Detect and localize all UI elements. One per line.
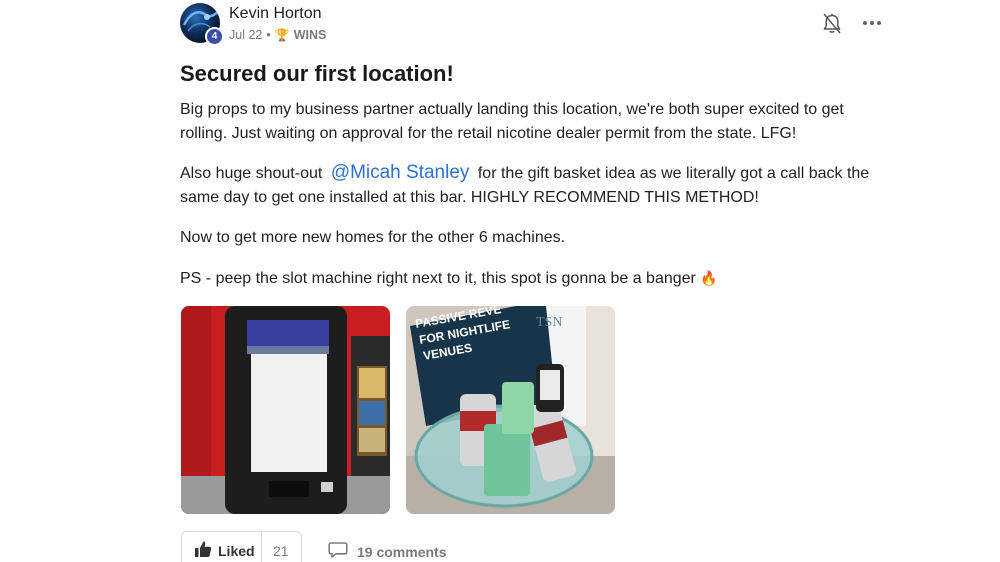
level-badge: 4 [205,27,224,46]
like-button[interactable]: Liked 21 [181,531,302,562]
meta-separator: • [266,28,271,42]
post-meta: Jul 22 • 🏆 WINS [229,28,326,42]
like-toggle[interactable]: Liked [182,532,262,562]
comment-icon [328,541,348,562]
vending-machine-photo[interactable] [181,306,390,514]
post-date: Jul 22 [229,28,263,42]
thumbs-up-icon [194,540,212,562]
fire-emoji: 🔥 [700,270,718,286]
post-paragraph-1: Big props to my business partner actuall… [180,101,844,142]
paragraph-4-text: PS - peep the slot machine right next to… [180,270,696,287]
mention-link[interactable]: @Micah Stanley [331,162,470,183]
paragraph-2-start: Also huge shout-out [180,165,323,182]
gift-basket-photo[interactable]: PASSIVE REVE FOR NIGHTLIFE VENUES TSN [406,306,615,514]
sign-logo: TSN [536,315,562,330]
trophy-icon: 🏆 [274,28,290,42]
like-label: Liked [218,543,255,559]
bell-icon[interactable] [822,13,842,35]
category-label[interactable]: WINS [294,28,327,42]
like-count[interactable]: 21 [262,543,289,559]
post-paragraph-4: PS - peep the slot machine right next to… [180,266,892,291]
post-card: 4 Kevin Horton Jul 22 • 🏆 WINS Secured o… [0,0,1000,562]
author-name[interactable]: Kevin Horton [229,5,322,23]
post-paragraph-3: Now to get more new homes for the other … [180,229,566,246]
comments-link[interactable]: 19 comments [328,541,446,562]
comments-label: 19 comments [357,543,447,560]
post-title: Secured our first location! [180,61,454,86]
more-options-icon[interactable] [862,13,882,33]
post-paragraph-2: Also huge shout-out @Micah Stanley for t… [180,161,892,210]
